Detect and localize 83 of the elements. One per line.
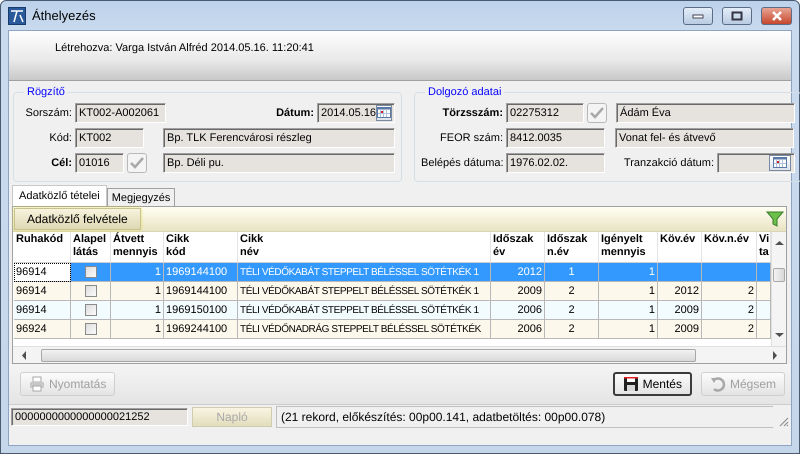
window-title: Áthelyezés [32, 8, 96, 23]
entry-date-field[interactable]: 1976.02.02. [506, 152, 605, 172]
employee-id-field[interactable]: 02275312 [506, 102, 584, 122]
filter-icon[interactable] [766, 210, 784, 228]
calendar-button[interactable] [769, 154, 791, 170]
column-header[interactable]: Cikk név [238, 232, 491, 262]
vertical-scrollbar[interactable] [771, 232, 786, 346]
table-row[interactable]: 96924 1 1969244100 TÉLI VÉDŐNADRÁG STEPPELT BÉLÉSSEL SÖTÉTKÉK 2006 2 1 2009 2 [14, 320, 771, 339]
app-icon [8, 6, 26, 24]
add-data-provider-button[interactable]: Adatközlő felvétele [14, 208, 141, 230]
checkbox[interactable] [84, 323, 96, 335]
target-code-field[interactable]: 01016 [75, 152, 124, 172]
code-field[interactable]: KT002 [75, 128, 144, 148]
table-cell: 1 [111, 320, 164, 339]
location-name-field[interactable]: Bp. TLK Ferencvárosi részleg [163, 128, 395, 148]
undo-arrow-icon [710, 376, 726, 392]
table-cell: 2006 [491, 320, 545, 339]
check-button[interactable] [587, 102, 607, 122]
target-name-field[interactable]: Bp. Déli pu. [163, 152, 395, 172]
save-button[interactable]: Mentés [612, 372, 692, 396]
tab[interactable]: Adatközlő tételei [12, 185, 107, 206]
minimize-button[interactable] [683, 6, 713, 24]
field-label: Kód: [48, 132, 72, 144]
field-label: FEOR szám: [439, 132, 503, 144]
close-button[interactable] [761, 6, 792, 24]
serial-field[interactable]: KT002-A002061 [75, 102, 166, 122]
table-row[interactable]: 96914 1 1969144100 TÉLI VÉDŐKABÁT STEPPELT BÉLÉSSEL SÖTÉTKÉK 1 2009 2 1 2012 2 [14, 282, 771, 301]
column-header[interactable]: Igényelt mennyis [599, 232, 658, 262]
horizontal-scrollbar[interactable] [13, 346, 786, 363]
table-cell: 1 [599, 320, 658, 339]
created-info-text: Létrehozva: Varga István Alfréd 2014.05.16. 11:20:41 [55, 42, 314, 54]
minimize-icon [692, 12, 704, 18]
field-label: Tranzakció dátum: [622, 156, 714, 168]
status-message: (21 rekord, előkészítés: 00p00.141, adatbetöltés: 00p00.078) [276, 406, 773, 428]
printer-icon [29, 376, 45, 392]
employee-name-field[interactable]: Ádám Éva [616, 102, 795, 122]
table-cell: 2009 [658, 320, 702, 339]
tab[interactable]: Megjegyzés [106, 188, 176, 206]
table-cell: 96924 [14, 320, 71, 339]
down-arrow-icon[interactable] [774, 332, 784, 338]
table-cell: 2 [545, 320, 599, 339]
record-id-field[interactable]: 0000000000000000021252 [11, 408, 188, 426]
column-header[interactable]: Alapel látás [71, 232, 111, 262]
checkbox[interactable] [84, 304, 96, 316]
table-cell: 96914 [14, 263, 71, 282]
scrollbar-thumb[interactable] [773, 268, 785, 282]
check-button[interactable] [127, 152, 147, 172]
column-header[interactable]: Időszak n.év [545, 232, 599, 262]
calendar-icon [377, 107, 392, 118]
group-legend: Dolgozó adatai [425, 86, 504, 98]
column-header[interactable]: Ruhakód [14, 232, 71, 262]
field-label: Törzsszám: [441, 106, 503, 118]
column-header[interactable]: Köv.n.év [702, 232, 757, 262]
occupation-field[interactable]: Vonat fel- és átvevő [615, 128, 794, 148]
up-arrow-icon[interactable] [774, 240, 784, 246]
left-arrow-icon[interactable] [21, 350, 27, 360]
resize-grip-icon[interactable] [777, 415, 789, 427]
transaction-date-field[interactable] [717, 152, 795, 172]
feor-number-field[interactable]: 8412.0035 [506, 128, 605, 148]
column-header[interactable]: Cikk kód [164, 232, 238, 262]
field-label: Cél: [50, 156, 72, 168]
field-label: Sorszám: [24, 106, 72, 118]
table-row[interactable]: 96914 1 1969150100 TÉLI VÉDŐKABÁT STEPPELT BÉLÉSSEL SÖTÉTKÉK 1 2006 2 1 2009 2 [14, 301, 771, 320]
calendar-icon [773, 157, 787, 168]
checkbox[interactable] [84, 285, 96, 297]
field-label: Dátum: [275, 106, 314, 118]
group-legend: Rögzítő [24, 86, 68, 98]
table-cell: 2 [702, 320, 757, 339]
maximize-icon [731, 10, 743, 20]
table-cell: 1969244100 [164, 320, 238, 339]
column-header[interactable]: Köv.év [658, 232, 702, 262]
maximize-button[interactable] [722, 6, 752, 24]
field-label: Belépés dátuma: [421, 156, 503, 168]
checkbox[interactable] [84, 266, 96, 278]
column-header[interactable]: Átvett mennyis [111, 232, 164, 262]
right-arrow-icon[interactable] [772, 350, 778, 360]
table-row[interactable]: 96914 1 1969144100 TÉLI VÉDŐKABÁT STEPPELT BÉLÉSSEL SÖTÉTKÉK 1 2012 1 1 [14, 263, 771, 282]
table-cell: TÉLI VÉDŐNADRÁG STEPPELT BÉLÉSSEL SÖTÉTKÉK [238, 320, 491, 339]
scrollbar-thumb[interactable] [41, 348, 696, 362]
close-icon [770, 10, 782, 20]
calendar-button[interactable] [376, 104, 392, 120]
date-field[interactable]: 2014.05.16 [317, 102, 395, 122]
column-header[interactable]: Időszak év [491, 232, 545, 262]
